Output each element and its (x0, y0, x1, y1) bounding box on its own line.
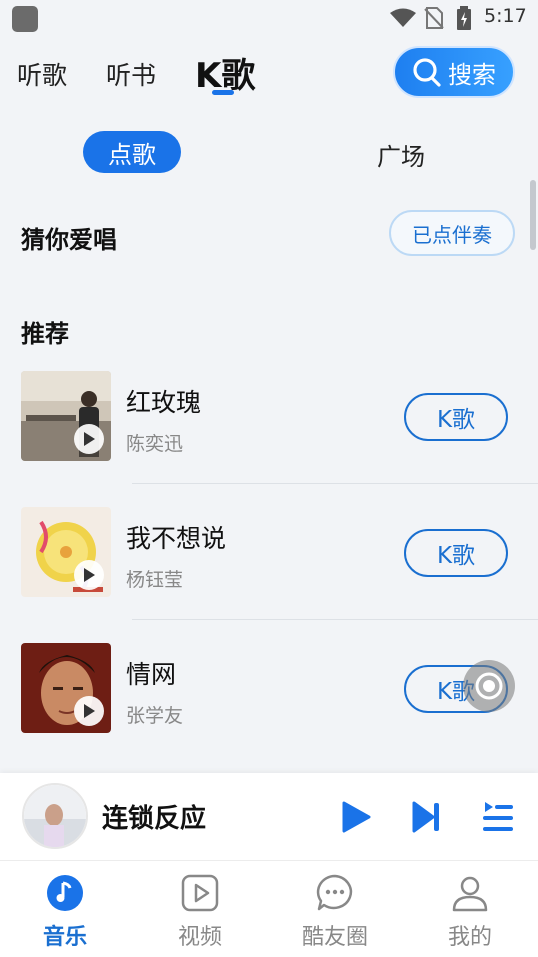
subtab-plaza[interactable]: 广场 (377, 137, 425, 172)
song-artist: 张学友 (126, 705, 184, 727)
song-title: 我不想说 (126, 524, 227, 553)
song-row[interactable]: 情网 张学友 K歌 (0, 643, 538, 763)
active-tab-indicator (212, 90, 234, 95)
song-row[interactable]: 我不想说 杨钰莹 K歌 (0, 507, 538, 627)
song-row[interactable]: 红玫瑰 陈奕迅 K歌 (0, 371, 538, 491)
play-icon (84, 432, 95, 446)
subtab-order-songs[interactable]: 点歌 (83, 131, 181, 173)
music-note-icon (47, 875, 83, 911)
row-divider (132, 483, 538, 484)
tab-listen-songs[interactable]: 听歌 (17, 56, 67, 92)
now-playing-art (24, 785, 86, 847)
chat-bubble-icon (316, 874, 353, 911)
nav-music[interactable]: 音乐 (10, 873, 120, 951)
play-preview-button[interactable] (74, 424, 104, 454)
status-bar: 5:17 (0, 0, 538, 34)
no-sim-icon (424, 7, 444, 29)
now-playing-cover[interactable] (22, 783, 88, 849)
target-icon (475, 672, 503, 700)
song-title: 情网 (126, 660, 177, 689)
battery-charging-icon (457, 6, 471, 30)
song-title: 红玫瑰 (126, 388, 202, 417)
row-divider (132, 619, 538, 620)
app-notification-icon (12, 6, 38, 32)
playlist-icon[interactable] (481, 800, 515, 834)
status-time: 5:17 (484, 5, 527, 27)
wifi-icon (390, 8, 416, 27)
search-button[interactable]: 搜索 (393, 46, 515, 98)
section-title-recommend: 推荐 (21, 320, 69, 348)
album-cover[interactable] (21, 643, 111, 733)
play-button-icon[interactable] (341, 801, 371, 833)
nav-profile[interactable]: 我的 (415, 873, 525, 951)
nav-video[interactable]: 视频 (145, 873, 255, 951)
album-cover[interactable] (21, 371, 111, 461)
karaoke-sing-button[interactable]: K歌 (404, 393, 508, 441)
mini-player[interactable]: 连锁反应 (0, 773, 538, 860)
song-artist: 杨钰莹 (126, 569, 184, 591)
nav-community-label: 酷友圈 (301, 925, 368, 950)
tab-audiobooks[interactable]: 听书 (106, 56, 156, 92)
scrollbar[interactable] (530, 180, 536, 250)
nav-profile-label: 我的 (447, 925, 492, 950)
ordered-accompaniment-button[interactable]: 已点伴奏 (389, 210, 515, 256)
nav-video-label: 视频 (177, 925, 222, 950)
album-cover[interactable] (21, 507, 111, 597)
search-button-label: 搜索 (448, 60, 496, 89)
floating-assistive-button[interactable] (463, 660, 515, 712)
nav-music-label: 音乐 (42, 925, 87, 950)
search-icon (413, 58, 441, 87)
bottom-navigation: 音乐 视频 酷友圈 我的 (0, 860, 538, 957)
song-artist: 陈奕迅 (126, 433, 184, 455)
karaoke-sing-button[interactable]: K歌 (404, 529, 508, 577)
now-playing-title: 连锁反应 (102, 804, 207, 834)
play-icon (84, 704, 95, 718)
video-play-icon (181, 874, 219, 912)
play-icon (84, 568, 95, 582)
top-tab-bar: 听歌 听书 K歌 搜索 (0, 46, 538, 106)
section-title-guess: 猜你爱唱 (21, 226, 117, 254)
play-preview-button[interactable] (74, 560, 104, 590)
play-preview-button[interactable] (74, 696, 104, 726)
user-icon (452, 876, 488, 912)
nav-community[interactable]: 酷友圈 (280, 873, 390, 951)
next-track-icon[interactable] (411, 801, 441, 833)
